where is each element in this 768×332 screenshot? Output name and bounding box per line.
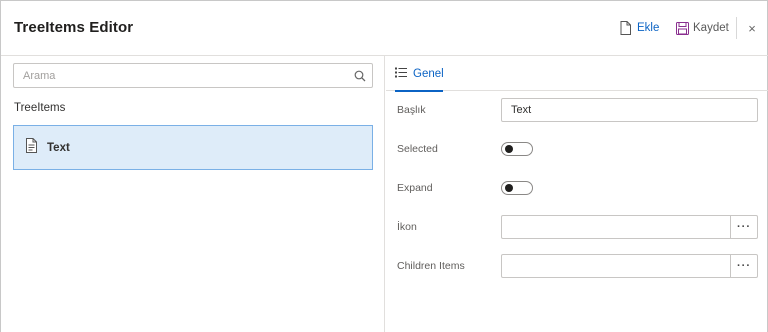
tab-general[interactable]: Genel [395, 56, 444, 92]
title-field [501, 98, 758, 122]
selected-toggle[interactable] [501, 142, 533, 156]
save-icon [676, 21, 689, 35]
expand-field-label: Expand [397, 182, 433, 194]
add-button-label: Ekle [637, 22, 660, 34]
window-title: TreeItems Editor [14, 19, 134, 36]
close-icon: × [748, 20, 756, 36]
children-field-label: Children Items [397, 260, 465, 272]
close-button[interactable]: × [745, 19, 759, 37]
selected-field-label: Selected [397, 143, 438, 155]
editor-window: TreeItems Editor Ekle Kaydet × Arama Tre… [0, 0, 768, 332]
save-button-label: Kaydet [693, 22, 729, 34]
document-icon [25, 137, 38, 158]
title-field-label: Başlık [397, 104, 426, 116]
header-divider [736, 17, 737, 39]
icon-picker[interactable]: ··· [501, 215, 758, 239]
children-picker[interactable]: ··· [501, 254, 758, 278]
search-icon[interactable] [354, 69, 366, 87]
new-document-icon [620, 21, 631, 35]
tab-bar: Genel [386, 56, 768, 92]
editor-header: TreeItems Editor Ekle Kaydet × [1, 1, 768, 56]
active-tab-indicator [395, 90, 443, 92]
tree-item[interactable]: Text [13, 125, 373, 170]
tab-general-label: Genel [413, 67, 444, 80]
tree-item-label: Text [47, 141, 70, 154]
toggle-knob [505, 145, 513, 153]
toggle-knob [505, 184, 513, 192]
children-picker-button[interactable]: ··· [730, 255, 757, 277]
add-button[interactable]: Ekle [620, 19, 659, 37]
tree-pane: TreeItems Text [1, 56, 385, 332]
icon-field-label: İkon [397, 221, 417, 233]
search-input[interactable] [14, 64, 334, 87]
properties-pane: Genel Başlık Selected Expand İkon ··· Ch… [386, 56, 768, 332]
expand-toggle[interactable] [501, 181, 533, 195]
tree-title: TreeItems [14, 102, 66, 114]
save-button[interactable]: Kaydet [676, 19, 729, 37]
icon-picker-button[interactable]: ··· [730, 216, 757, 238]
title-input[interactable] [502, 99, 757, 121]
list-icon [395, 67, 407, 81]
search-box [13, 63, 373, 88]
